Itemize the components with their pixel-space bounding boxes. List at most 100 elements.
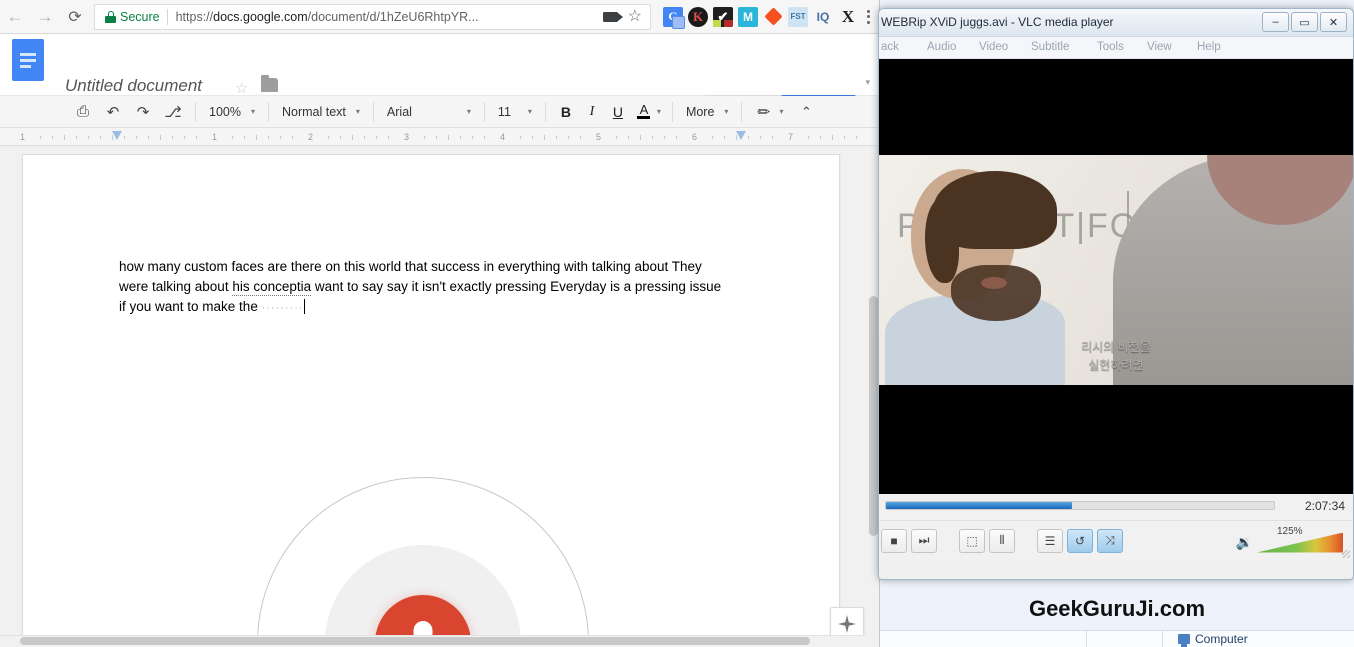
ruler-tick <box>616 136 617 139</box>
person-mouth <box>981 277 1007 289</box>
computer-label: Computer <box>1195 632 1248 646</box>
playlist-button[interactable]: ☰ <box>1037 528 1063 553</box>
computer-icon <box>1178 634 1190 647</box>
equalizer-button[interactable]: ⦀ <box>989 528 1015 553</box>
seek-bar[interactable] <box>885 501 1275 510</box>
video-frame: PA AYOUT|FORM 리시의 비전을 실현하려면 <box>879 155 1353 385</box>
vlc-control-bar: ■ ⏭ ⬚ ⦀ ☰ ↺ ⤨ 🔉 125% <box>879 520 1353 560</box>
undo-icon[interactable]: ↶ <box>98 99 128 125</box>
forward-button[interactable]: → <box>30 2 60 32</box>
document-body-text[interactable]: how many custom faces are there on this … <box>119 257 724 318</box>
vlc-menu-help[interactable]: Help <box>1197 41 1221 53</box>
bold-button[interactable]: B <box>553 100 579 124</box>
docs-home-icon[interactable] <box>12 39 44 81</box>
docs-header: Untitled document ☆ File Edit View Inser… <box>0 34 879 121</box>
vlc-menu-playback[interactable]: ack <box>881 41 899 53</box>
document-page[interactable]: how many custom faces are there on this … <box>22 154 840 647</box>
iq-extension-icon[interactable]: IQ <box>813 7 833 27</box>
misspelled-word[interactable]: his conceptia <box>232 279 312 296</box>
bookmark-star-icon[interactable]: ☆ <box>628 8 642 25</box>
ruler-tick <box>328 136 329 139</box>
window-controls: – ▭ ✕ <box>1262 12 1347 32</box>
resize-grip[interactable] <box>1342 550 1350 558</box>
vlc-menu-audio[interactable]: Audio <box>927 41 956 53</box>
speaker-icon[interactable]: 🔉 <box>1236 534 1253 551</box>
fullscreen-button[interactable]: ⬚ <box>959 528 985 553</box>
chevron-down-icon[interactable]: ▾ <box>865 77 870 88</box>
google-translate-extension-icon[interactable]: G <box>663 6 685 29</box>
text-color-button[interactable]: A <box>631 100 657 124</box>
italic-button[interactable]: I <box>579 100 605 124</box>
vlc-menu-video[interactable]: Video <box>979 41 1008 53</box>
vlc-menu-subtitle[interactable]: Subtitle <box>1031 41 1069 53</box>
vertical-scrollbar-thumb[interactable] <box>869 296 878 536</box>
x-extension-icon[interactable]: X <box>838 7 858 27</box>
ruler-tick <box>724 136 725 139</box>
camera-icon[interactable] <box>602 11 623 22</box>
volume-control[interactable]: 🔉 125% <box>1236 526 1353 553</box>
ruler-tick <box>40 136 41 139</box>
chevron-down-icon: ▾ <box>724 107 729 116</box>
ruler-tick <box>244 136 245 139</box>
toolbar-divider <box>195 101 196 122</box>
ruler-tick <box>532 136 533 139</box>
ruler-tick <box>172 136 173 139</box>
ruler-number: 3 <box>404 132 410 142</box>
explore-star-icon <box>838 615 856 633</box>
horizontal-scrollbar-thumb[interactable] <box>20 637 810 645</box>
more-button[interactable]: More ▾ <box>680 100 735 124</box>
computer-list-item[interactable]: Computer <box>1178 632 1248 647</box>
vlc-menu-view[interactable]: View <box>1147 41 1172 53</box>
loop-button[interactable]: ↺ <box>1067 528 1093 553</box>
foreground-person-head <box>1207 155 1353 225</box>
document-title[interactable]: Untitled document <box>65 76 202 96</box>
chevron-down-icon: ▾ <box>527 107 532 116</box>
underline-button[interactable]: U <box>605 100 631 124</box>
address-bar[interactable]: Secure https://docs.google.com/document/… <box>94 3 651 30</box>
zoom-dropdown[interactable]: 100% ▾ <box>203 100 261 124</box>
paragraph-style-dropdown[interactable]: Normal text ▾ <box>276 100 366 124</box>
pen-icon[interactable]: ✎ <box>745 92 785 132</box>
diamond-extension-icon[interactable] <box>763 7 783 27</box>
voice-typing-widget[interactable] <box>257 477 589 647</box>
subtitle-line-1: 리시의 비전을 <box>1081 340 1151 354</box>
stop-button[interactable]: ■ <box>881 528 907 553</box>
minimize-button[interactable]: – <box>1262 12 1289 32</box>
horizontal-scrollbar-track[interactable] <box>0 635 866 647</box>
vlc-menu-tools[interactable]: Tools <box>1097 41 1124 53</box>
next-button[interactable]: ⏭ <box>911 528 937 553</box>
right-indent-marker[interactable] <box>736 131 747 140</box>
star-icon[interactable]: ☆ <box>235 79 248 97</box>
kaspersky-extension-icon[interactable]: K <box>688 6 708 27</box>
redo-icon[interactable]: ↷ <box>128 99 158 125</box>
left-indent-marker[interactable] <box>112 131 123 140</box>
font-dropdown[interactable]: Arial ▾ <box>381 100 477 124</box>
ruler-tick <box>712 136 713 139</box>
print-icon[interactable]: ⎙ <box>68 99 98 125</box>
reload-button[interactable]: ⟳ <box>60 2 90 32</box>
maximize-button[interactable]: ▭ <box>1291 12 1318 32</box>
paint-format-icon[interactable]: ⎇ <box>158 99 188 125</box>
vlc-video-surface[interactable]: PA AYOUT|FORM 리시의 비전을 실현하려면 <box>879 59 1353 494</box>
collapse-toolbar-icon[interactable]: ⌃ <box>791 99 821 125</box>
vlc-media-player-window[interactable]: WEBRip XViD juggs.avi - VLC media player… <box>878 8 1354 580</box>
lock-icon <box>105 10 116 23</box>
move-to-folder-icon[interactable] <box>261 75 278 92</box>
person-hair-side <box>925 199 959 283</box>
fst-extension-icon[interactable]: FST <box>788 6 808 27</box>
vlc-title-bar[interactable]: WEBRip XViD juggs.avi - VLC media player… <box>879 9 1353 37</box>
font-size-dropdown[interactable]: 11 ▾ <box>492 100 538 124</box>
volume-slider[interactable]: 125% <box>1257 526 1343 553</box>
close-button[interactable]: ✕ <box>1320 12 1347 32</box>
document-canvas[interactable]: how many custom faces are there on this … <box>0 146 879 647</box>
ruler-tick <box>388 136 389 139</box>
back-button[interactable]: ← <box>0 2 30 32</box>
extensions-strip: G K ✔ M FST IQ X <box>657 6 862 29</box>
mega-extension-icon[interactable]: M <box>738 6 758 27</box>
url-path: /document/d/1hZeU6RhtpYR... <box>307 9 479 24</box>
chevron-down-icon[interactable]: ▾ <box>657 107 661 116</box>
ruler-tick <box>256 135 257 140</box>
document-ruler[interactable]: 1 1 2 3 4 5 6 7 <box>0 128 879 146</box>
checkmark-extension-icon[interactable]: ✔ <box>713 6 733 27</box>
shuffle-button[interactable]: ⤨ <box>1097 528 1123 553</box>
